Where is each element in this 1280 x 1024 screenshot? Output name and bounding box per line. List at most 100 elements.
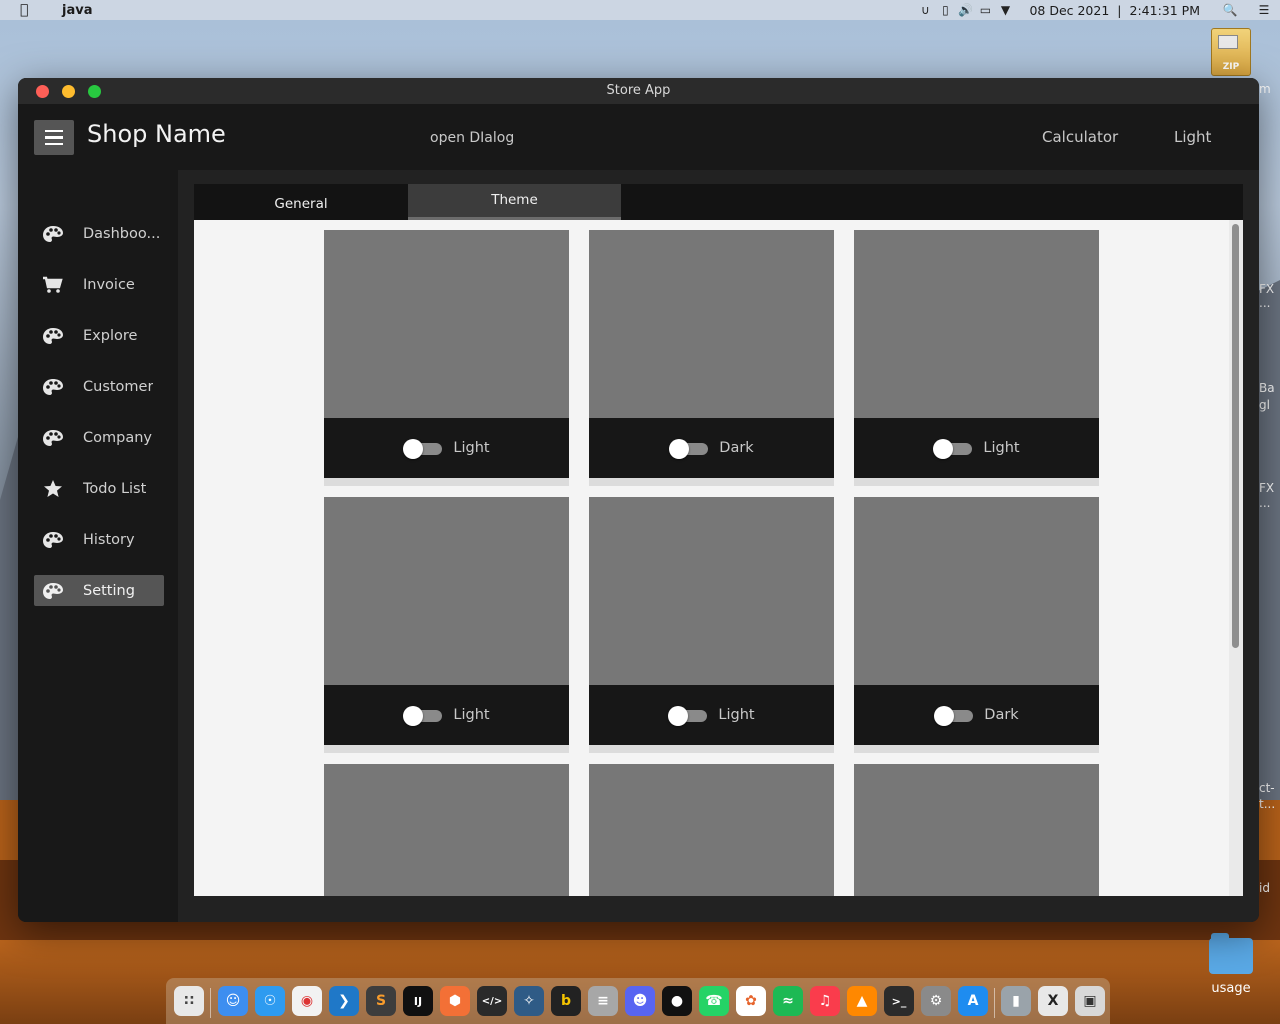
desktop-partial-label[interactable]: FX xyxy=(1259,481,1274,495)
theme-card[interactable] xyxy=(589,764,834,896)
launchpad-icon[interactable]: ∷ xyxy=(174,986,204,1016)
sidebar-item-dashboard[interactable]: Dashboo... xyxy=(34,218,164,249)
scripteditor-icon[interactable]: </> xyxy=(477,986,507,1016)
display-icon[interactable]: ▭ xyxy=(975,0,995,20)
desktop-partial-label[interactable]: ... xyxy=(1259,496,1270,510)
desktop-partial-label[interactable]: m xyxy=(1259,82,1271,96)
vertical-scrollbar[interactable] xyxy=(1229,220,1243,896)
theme-toggle-switch[interactable] xyxy=(934,706,974,726)
vlc-icon[interactable]: ▲ xyxy=(847,986,877,1016)
database-icon[interactable]: ≡ xyxy=(588,986,618,1016)
sidebar-item-history[interactable]: History xyxy=(34,524,164,555)
apple-menu-icon[interactable]:  xyxy=(20,2,40,18)
clipboard-icon[interactable]: ▯ xyxy=(935,0,955,20)
theme-card[interactable]: Light xyxy=(324,230,569,486)
theme-card[interactable] xyxy=(854,764,1099,896)
theme-toggle-switch[interactable] xyxy=(668,706,708,726)
xquartz-icon[interactable]: X xyxy=(1038,986,1068,1016)
folder-label[interactable]: usage xyxy=(1205,981,1257,996)
theme-preview[interactable] xyxy=(854,230,1099,418)
cart-icon xyxy=(42,274,64,296)
window-titlebar[interactable]: Store App xyxy=(18,78,1259,104)
postman-icon[interactable]: ⬢ xyxy=(440,986,470,1016)
menu-date[interactable]: 08 Dec 2021 xyxy=(1029,3,1109,18)
discord-icon[interactable]: ☻ xyxy=(625,986,655,1016)
spotlight-search-icon[interactable]: 🔍 xyxy=(1220,0,1240,20)
menu-clock[interactable]: 2:41:31 PM xyxy=(1130,3,1200,18)
open-dialog-link[interactable]: open DIalog xyxy=(430,130,514,146)
folder-icon[interactable] xyxy=(1209,933,1253,974)
active-app-name[interactable]: java xyxy=(62,3,92,18)
trash-icon[interactable]: ▮ xyxy=(1001,986,1031,1016)
theme-preview[interactable] xyxy=(854,764,1099,896)
theme-card[interactable]: Dark xyxy=(589,230,834,486)
sidebar-item-company[interactable]: Company xyxy=(34,422,164,453)
system-preferences-icon[interactable]: ⚙ xyxy=(921,986,951,1016)
bing-icon[interactable]: b xyxy=(551,986,581,1016)
desktop-partial-label[interactable]: ct- xyxy=(1259,781,1275,795)
photos-icon[interactable]: ✿ xyxy=(736,986,766,1016)
shop-name-title: Shop Name xyxy=(87,120,226,148)
chrome-icon[interactable]: ◉ xyxy=(292,986,322,1016)
theme-preview[interactable] xyxy=(589,497,834,685)
sidebar-item-todo-list[interactable]: Todo List xyxy=(34,473,164,504)
window-title: Store App xyxy=(606,83,671,98)
light-theme-link[interactable]: Light xyxy=(1174,128,1211,146)
theme-preview[interactable] xyxy=(589,764,834,896)
minimize-window-button[interactable] xyxy=(62,85,75,98)
sidebar-item-setting[interactable]: Setting xyxy=(34,575,164,606)
desktop-partial-label[interactable]: gl xyxy=(1259,398,1270,412)
theme-label: Light xyxy=(453,440,490,456)
desktop-partial-label[interactable]: t... xyxy=(1259,797,1275,811)
terminal-icon[interactable]: >_ xyxy=(884,986,914,1016)
theme-card[interactable]: Light xyxy=(324,497,569,753)
notification-center-icon[interactable]: ☰ xyxy=(1254,0,1274,20)
sublime-icon[interactable]: S xyxy=(366,986,396,1016)
tab-general[interactable]: General xyxy=(194,184,408,220)
sidebar-item-explore[interactable]: Explore xyxy=(34,320,164,351)
whatsapp-icon[interactable]: ☎ xyxy=(699,986,729,1016)
theme-preview[interactable] xyxy=(854,497,1099,685)
theme-preview[interactable] xyxy=(324,497,569,685)
theme-card[interactable]: Dark xyxy=(854,497,1099,753)
theme-preview[interactable] xyxy=(324,230,569,418)
desktop-partial-label[interactable]: FX xyxy=(1259,282,1274,296)
sidebar-item-customer[interactable]: Customer xyxy=(34,371,164,402)
calculator-link[interactable]: Calculator xyxy=(1042,128,1118,146)
intellij-icon[interactable]: IJ xyxy=(403,986,433,1016)
theme-card[interactable]: Light xyxy=(589,497,834,753)
vscode-icon[interactable]: ❯ xyxy=(329,986,359,1016)
spotify-icon[interactable]: ≈ xyxy=(773,986,803,1016)
theme-toggle-switch[interactable] xyxy=(403,706,443,726)
tab-theme[interactable]: Theme xyxy=(408,184,621,220)
dock: ∷ ☺ ☉ ◉ ❯ S IJ ⬢ </> ✧ b ≡ ☻ ● ☎ ✿ ≈ ♫ ▲… xyxy=(166,978,1110,1024)
close-window-button[interactable] xyxy=(36,85,49,98)
safari-icon[interactable]: ☉ xyxy=(255,986,285,1016)
u-status-icon[interactable]: ∪ xyxy=(915,0,935,20)
theme-preview[interactable] xyxy=(589,230,834,418)
theme-toggle-switch[interactable] xyxy=(403,439,443,459)
github-icon[interactable]: ● xyxy=(662,986,692,1016)
mysql-workbench-icon[interactable]: ✧ xyxy=(514,986,544,1016)
hamburger-menu-button[interactable] xyxy=(34,120,74,155)
music-icon[interactable]: ♫ xyxy=(810,986,840,1016)
zip-file-icon[interactable]: ZIP xyxy=(1211,28,1251,76)
wifi-dropdown-icon[interactable]: ▼ xyxy=(995,0,1015,20)
scrollbar-thumb[interactable] xyxy=(1232,224,1239,648)
desktop-partial-label[interactable]: Ba xyxy=(1259,381,1275,395)
hamburger-line xyxy=(45,142,63,146)
appstore-icon[interactable]: A xyxy=(958,986,988,1016)
theme-toggle-switch[interactable] xyxy=(669,439,709,459)
screenshot-icon[interactable]: ▣ xyxy=(1075,986,1105,1016)
theme-toggle-switch[interactable] xyxy=(933,439,973,459)
sidebar-item-invoice[interactable]: Invoice xyxy=(34,269,164,300)
theme-card[interactable]: Light xyxy=(854,230,1099,486)
finder-icon[interactable]: ☺ xyxy=(218,986,248,1016)
volume-icon[interactable]: 🔊 xyxy=(955,0,975,20)
theme-preview[interactable] xyxy=(324,764,569,896)
zoom-window-button[interactable] xyxy=(88,85,101,98)
desktop-partial-label[interactable]: id xyxy=(1259,881,1270,895)
desktop-partial-label[interactable]: ... xyxy=(1259,296,1270,310)
palette-icon xyxy=(42,427,64,449)
theme-card[interactable] xyxy=(324,764,569,896)
